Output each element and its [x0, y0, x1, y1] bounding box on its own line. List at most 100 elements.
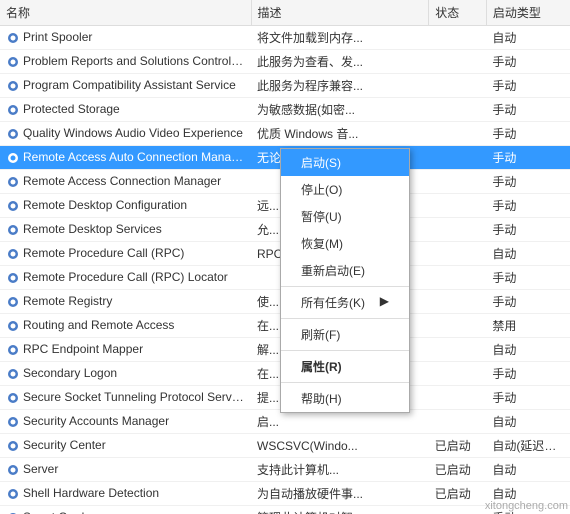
service-name: Remote Procedure Call (RPC) Locator [23, 270, 228, 284]
context-menu-separator [281, 350, 409, 351]
service-name: Smart Card [23, 510, 84, 514]
service-startup: 手动 [486, 362, 570, 386]
service-icon [6, 486, 23, 500]
service-name: RPC Endpoint Mapper [23, 342, 143, 356]
context-menu: 启动(S) 停止(O) 暂停(U) 恢复(M)重新启动(E) 所有任务(K)▶ 刷新(F)… [280, 148, 410, 413]
service-name: Secondary Logon [23, 366, 117, 380]
service-desc: 此服务为查看、发... [251, 50, 429, 74]
context-menu-item[interactable]: 属性(R) [281, 353, 409, 380]
service-status [429, 50, 487, 74]
service-desc: 优质 Windows 音... [251, 122, 429, 146]
table-row[interactable]: Security Accounts Manager启...自动 [0, 410, 570, 434]
service-name: Remote Desktop Configuration [23, 198, 187, 212]
service-icon [6, 126, 23, 140]
table-row[interactable]: Program Compatibility Assistant Service此… [0, 74, 570, 98]
col-name-header[interactable]: 名称 [0, 0, 251, 26]
service-status [429, 362, 487, 386]
service-status [429, 170, 487, 194]
col-desc-header[interactable]: 描述 [251, 0, 429, 26]
col-startup-header[interactable]: 启动类型 [486, 0, 570, 26]
service-status [429, 386, 487, 410]
context-menu-item[interactable]: 恢复(M) [281, 230, 409, 257]
table-row[interactable]: Server 支持此计算机...已启动自动 [0, 458, 570, 482]
service-startup: 自动 [486, 458, 570, 482]
service-status [429, 506, 487, 514]
service-status [429, 290, 487, 314]
table-row[interactable]: Protected Storage为敏感数据(如密...手动 [0, 98, 570, 122]
service-status: 已启动 [429, 482, 487, 506]
context-menu-label: 暂停(U) [301, 210, 342, 224]
service-status: 已启动 [429, 458, 487, 482]
service-icon [6, 174, 23, 188]
service-name: Program Compatibility Assistant Service [23, 78, 236, 92]
service-desc: 将文件加载到内存... [251, 26, 429, 50]
service-icon [6, 54, 23, 68]
context-menu-item[interactable]: 停止(O) [281, 176, 409, 203]
service-desc: WSCSVC(Windo... [251, 434, 429, 458]
service-icon [6, 102, 23, 116]
service-startup: 自动 [486, 410, 570, 434]
table-row[interactable]: Print Spooler将文件加载到内存...自动 [0, 26, 570, 50]
context-menu-label: 属性(R) [301, 360, 342, 374]
service-name: Shell Hardware Detection [23, 486, 159, 500]
service-icon [6, 510, 23, 514]
service-icon [6, 270, 23, 284]
context-menu-separator [281, 382, 409, 383]
context-menu-separator [281, 286, 409, 287]
submenu-arrow-icon: ▶ [380, 294, 389, 308]
service-icon [6, 414, 23, 428]
table-row[interactable]: Security CenterWSCSVC(Windo...已启动自动(延迟启.… [0, 434, 570, 458]
context-menu-item[interactable]: 帮助(H) [281, 385, 409, 412]
service-startup: 手动 [486, 290, 570, 314]
service-status: 已启动 [429, 434, 487, 458]
context-menu-item[interactable]: 刷新(F) [281, 321, 409, 348]
service-startup: 手动 [486, 122, 570, 146]
context-menu-item[interactable]: 重新启动(E) [281, 257, 409, 284]
service-status [429, 338, 487, 362]
service-icon [6, 366, 23, 380]
service-startup: 手动 [486, 170, 570, 194]
service-status [429, 410, 487, 434]
service-status [429, 26, 487, 50]
context-menu-item[interactable]: 启动(S) [281, 149, 409, 176]
service-status [429, 314, 487, 338]
service-name: Security Center [23, 438, 106, 452]
service-desc: 管理此计算机对智... [251, 506, 429, 514]
service-icon [6, 390, 23, 404]
service-desc: 支持此计算机... [251, 458, 429, 482]
service-desc: 为自动播放硬件事... [251, 482, 429, 506]
service-startup: 自动 [486, 338, 570, 362]
service-status [429, 266, 487, 290]
service-startup: 自动 [486, 242, 570, 266]
context-menu-item[interactable]: 暂停(U) [281, 203, 409, 230]
service-status [429, 98, 487, 122]
service-desc: 为敏感数据(如密... [251, 98, 429, 122]
service-startup: 手动 [486, 218, 570, 242]
service-icon [6, 78, 23, 92]
table-header: 名称 描述 状态 启动类型 [0, 0, 570, 26]
service-icon [6, 198, 23, 212]
service-icon [6, 342, 23, 356]
service-name: Print Spooler [23, 30, 92, 44]
service-icon [6, 246, 23, 260]
service-status [429, 218, 487, 242]
service-icon [6, 318, 23, 332]
service-startup: 手动 [486, 74, 570, 98]
service-desc: 启... [251, 410, 429, 434]
service-name: Remote Access Auto Connection Manager [23, 150, 248, 164]
service-name: Server [23, 462, 58, 476]
table-row[interactable]: Quality Windows Audio Video Experience优质… [0, 122, 570, 146]
service-icon [6, 150, 23, 164]
context-menu-label: 停止(O) [301, 183, 342, 197]
service-startup: 手动 [486, 194, 570, 218]
service-name: Remote Access Connection Manager [23, 174, 221, 188]
service-icon [6, 438, 23, 452]
service-startup: 禁用 [486, 314, 570, 338]
service-name: Remote Desktop Services [23, 222, 162, 236]
col-status-header[interactable]: 状态 [429, 0, 487, 26]
service-name: Remote Procedure Call (RPC) [23, 246, 184, 260]
context-menu-item[interactable]: 所有任务(K)▶ [281, 289, 409, 316]
service-startup: 手动 [486, 386, 570, 410]
service-name: Protected Storage [23, 102, 120, 116]
table-row[interactable]: Problem Reports and Solutions Control Pa… [0, 50, 570, 74]
